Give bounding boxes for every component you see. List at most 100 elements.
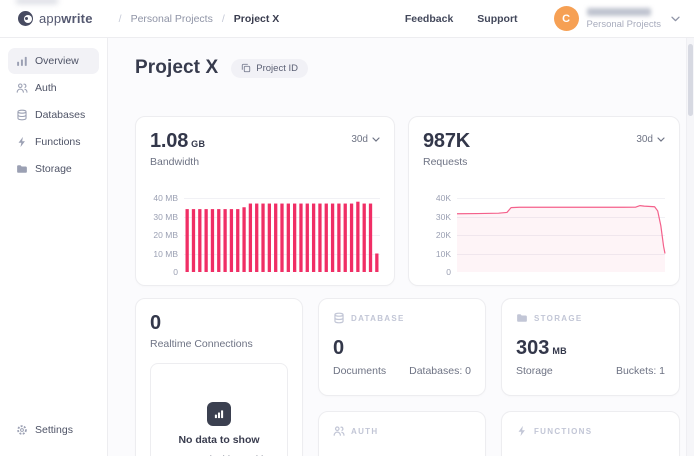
requests-series [457,198,665,272]
database-eyebrow: DATABASE [333,312,471,324]
auth-card[interactable]: AUTH [318,411,486,456]
y-axis-label: 0 [446,267,451,277]
y-axis-label: 30 MB [153,212,178,222]
overview-chart-icon [16,55,28,67]
project-id-label: Project ID [256,63,298,74]
bandwidth-range-select[interactable]: 30d [351,130,380,145]
users-icon [16,82,28,94]
account-text: Personal Projects [587,8,661,30]
account-name-blurred [587,8,651,16]
sidebar-item-label: Databases [35,109,85,121]
bandwidth-chart: 40 MB30 MB20 MB10 MB0 [150,198,380,272]
stats-grid: DATABASE 0 Documents Databases: 0 STORAG… [135,298,680,456]
blurred-artifact [16,0,58,4]
chevron-down-icon [372,137,380,142]
storage-card[interactable]: STORAGE 303MB Storage Buckets: 1 [501,298,680,396]
account-menu[interactable]: C Personal Projects [554,6,680,31]
realtime-count: 0 [150,312,288,335]
bandwidth-card: 1.08GB Bandwidth 30d 40 MB 30 MB 20 MB 10 M… [135,116,395,286]
bar-chart-icon [207,402,231,426]
storage-eyebrow: STORAGE [516,312,665,324]
chevron-down-icon [657,137,665,142]
gear-icon [16,424,28,436]
bandwidth-value: 1.08GB [150,130,205,153]
y-axis-label: 40K [436,193,451,203]
auth-eyebrow: AUTH [333,425,471,437]
breadcrumb-separator: / [222,13,225,25]
sidebar-item-label: Functions [35,136,81,148]
page-title: Project X [135,56,218,80]
requests-label: Requests [423,156,470,168]
requests-value: 987K [423,130,470,153]
database-card[interactable]: DATABASE 0 Documents Databases: 0 [318,298,486,396]
sidebar-item-auth[interactable]: Auth [8,75,99,101]
requests-range-select[interactable]: 30d [636,130,665,145]
appwrite-logo-text: appwrite [39,11,93,26]
requests-chart: 40K30K20K10K0 [423,198,665,272]
realtime-label: Realtime Connections [150,338,288,350]
top-bar: appwrite / Personal Projects / Project X… [0,0,694,38]
functions-eyebrow: FUNCTIONS [516,425,665,437]
charts-row: 1.08GB Bandwidth 30d 40 MB 30 MB 20 MB 10 M… [135,116,680,286]
database-icon [333,312,345,324]
bandwidth-series [184,198,380,272]
y-axis-label: 20 MB [153,230,178,240]
requests-card: 987K Requests 30d 40K 30K 20K 10K 0 [408,116,680,286]
y-axis-label: 30K [436,212,451,222]
no-data-text: No data to show [178,434,259,446]
functions-card[interactable]: FUNCTIONS [501,411,680,456]
y-axis-label: 40 MB [153,193,178,203]
folder-icon [16,163,28,175]
support-link[interactable]: Support [477,13,517,25]
sidebar-item-databases[interactable]: Databases [8,102,99,128]
scrollbar-thumb[interactable] [688,44,693,116]
copy-id-icon [241,63,251,73]
y-axis-label: 20K [436,230,451,240]
main-content: Project X Project ID 1.08GB Bandwidth 30… [108,38,694,456]
y-axis-label: 10K [436,249,451,259]
project-id-badge[interactable]: Project ID [231,59,308,78]
breadcrumb-personal-projects[interactable]: Personal Projects [131,13,213,25]
documents-count: 0 [333,337,471,360]
header-actions: Feedback Support C Personal Projects [405,6,680,31]
page-head: Project X Project ID [135,56,680,80]
lightning-icon [516,425,528,437]
sidebar-item-settings[interactable]: Settings [8,417,99,443]
sidebar-item-label: Storage [35,163,72,175]
bandwidth-label: Bandwidth [150,156,205,168]
users-icon [333,425,345,437]
sidebar-item-storage[interactable]: Storage [8,156,99,182]
y-axis-label: 10 MB [153,249,178,259]
breadcrumb-project-x[interactable]: Project X [234,13,280,25]
realtime-card: 0 Realtime Connections No data to show G… [135,298,303,456]
documents-label: Documents [333,365,386,377]
account-team-label: Personal Projects [587,19,661,30]
sidebar: Overview Auth Databases Functions Storag… [0,38,108,456]
bandwidth-y-axis: 40 MB30 MB20 MB10 MB0 [150,198,178,272]
buckets-count: Buckets: 1 [616,365,665,377]
avatar: C [554,6,579,31]
breadcrumb: / Personal Projects / Project X [119,13,280,25]
requests-y-axis: 40K30K20K10K0 [423,198,451,272]
databases-count: Databases: 0 [409,365,471,377]
appwrite-logo[interactable]: appwrite [18,11,93,26]
database-icon [16,109,28,121]
breadcrumb-separator: / [119,13,122,25]
chevron-down-icon [671,16,680,22]
lightning-icon [16,136,28,148]
y-axis-label: 0 [173,267,178,277]
sidebar-item-functions[interactable]: Functions [8,129,99,155]
folder-icon [516,312,528,324]
storage-size: 303MB [516,337,665,360]
sidebar-item-label: Overview [35,55,79,67]
sidebar-item-label: Auth [35,82,57,94]
sidebar-item-overview[interactable]: Overview [8,48,99,74]
scrollbar-track[interactable] [686,38,694,456]
realtime-empty-state: No data to show Get started with Realtim… [150,363,288,456]
requests-plot [457,198,665,272]
appwrite-logo-icon [18,11,33,26]
feedback-link[interactable]: Feedback [405,13,453,25]
bandwidth-plot [184,198,380,272]
storage-label: Storage [516,365,553,377]
sidebar-item-label: Settings [35,424,73,436]
